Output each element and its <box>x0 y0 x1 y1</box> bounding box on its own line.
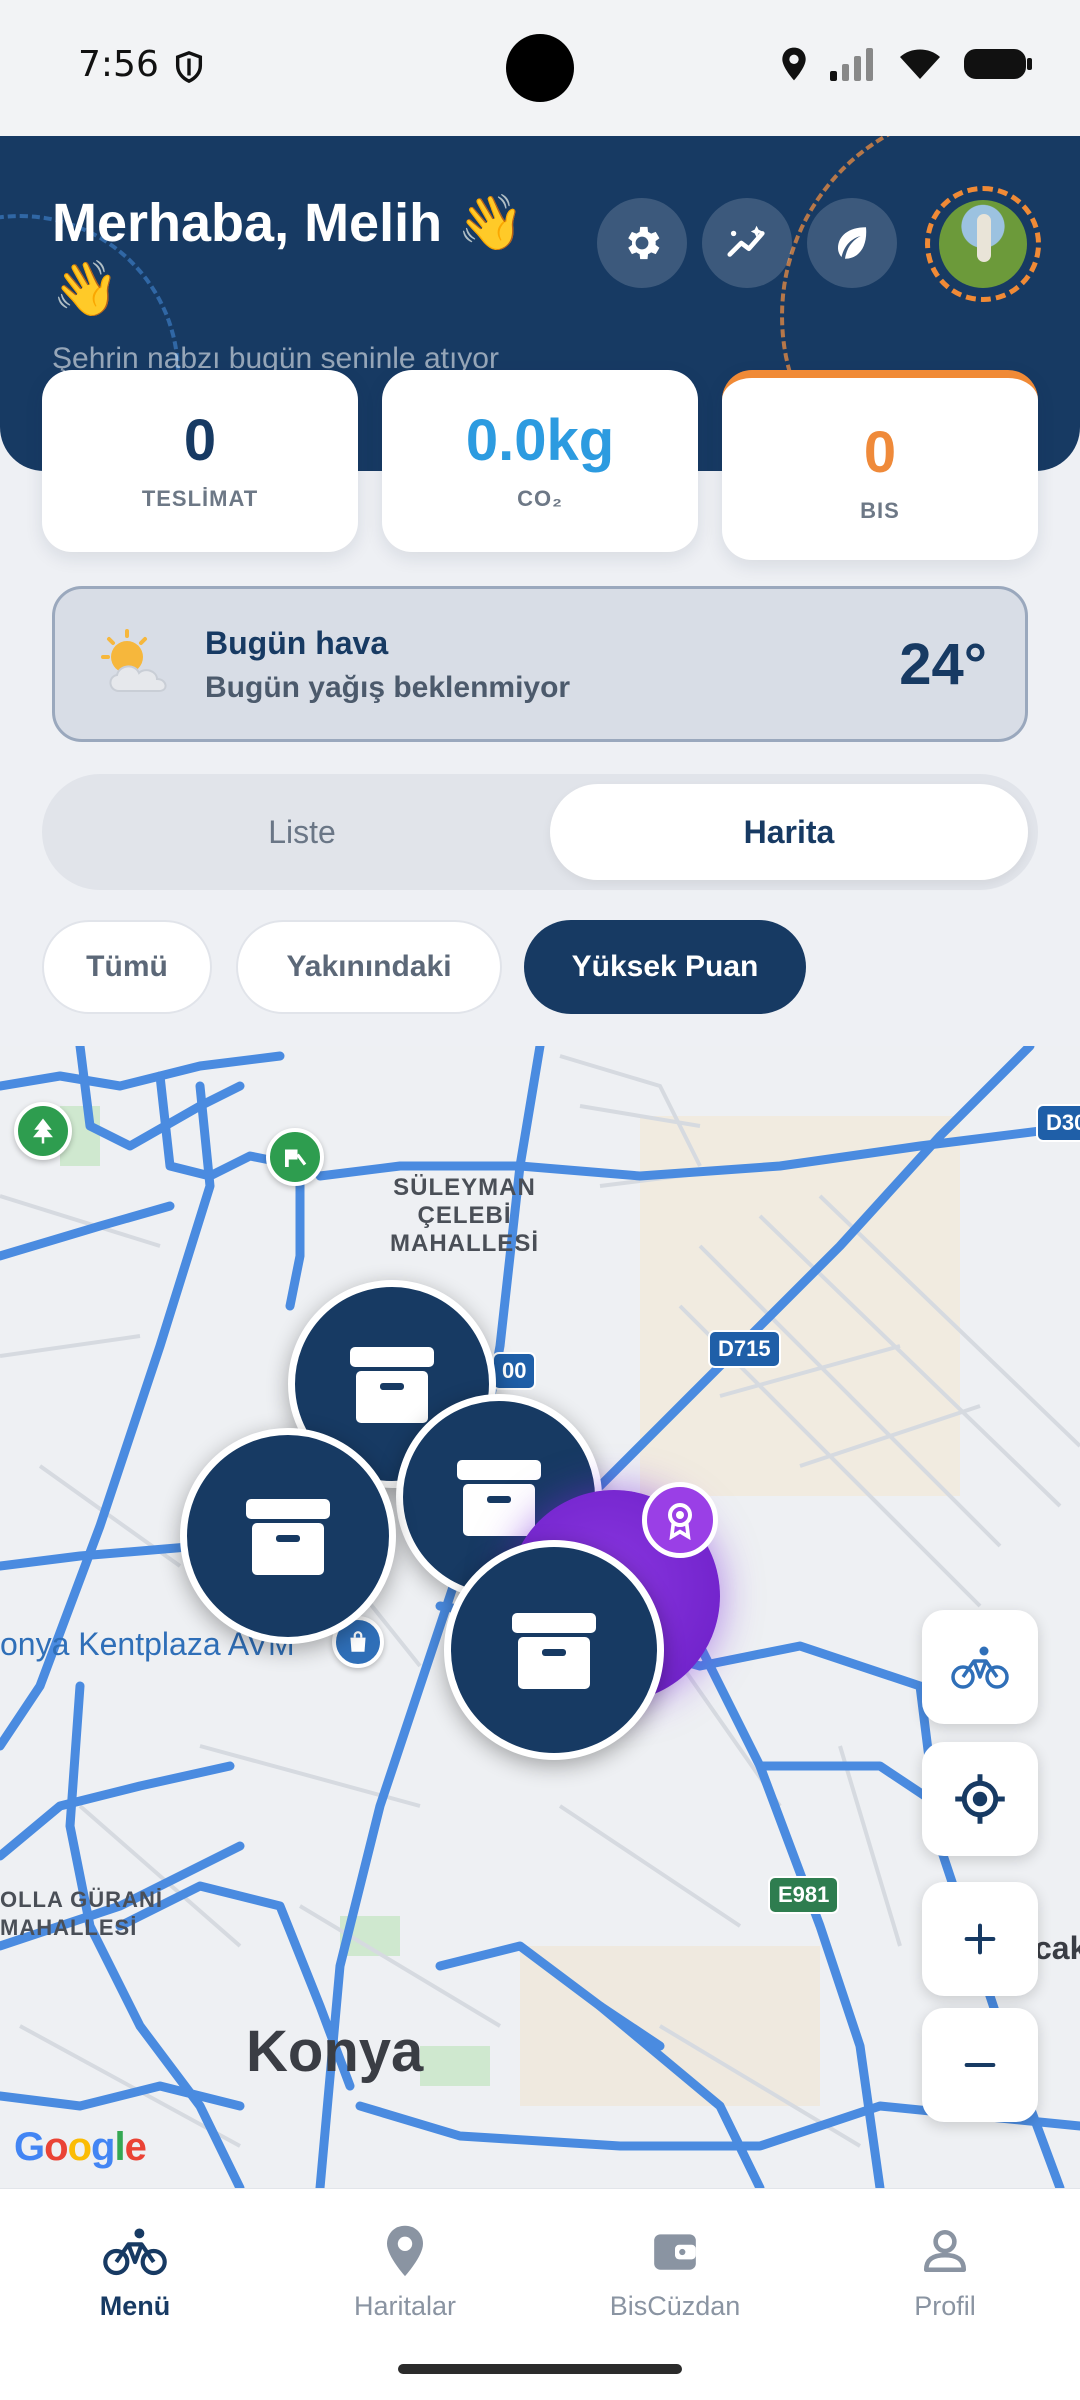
map-label-line: ÇELEBİ <box>417 1202 512 1229</box>
package-box-icon <box>512 1613 596 1689</box>
google-logo-letter: g <box>91 2125 115 2169</box>
map-view[interactable]: SÜLEYMAN ÇELEBİ MAHALLESİ OLLA GÜRANİ MA… <box>0 1046 1080 2188</box>
map-pin-icon <box>387 2225 423 2277</box>
avatar <box>939 200 1027 288</box>
delivery-marker[interactable] <box>180 1428 396 1644</box>
trend-sparkle-icon <box>727 225 765 257</box>
stat-card-co2: 0.0kg CO₂ <box>382 370 698 552</box>
gear-icon <box>628 226 660 260</box>
status-bar: 7:56 <box>0 0 1080 136</box>
status-time: 7:56 <box>78 44 159 85</box>
my-location-button[interactable] <box>922 1742 1038 1856</box>
bike-mode-button[interactable] <box>922 1610 1038 1724</box>
leaf-icon <box>838 227 867 259</box>
zoom-in-button[interactable] <box>922 1882 1038 1996</box>
google-logo-letter: o <box>67 2125 92 2169</box>
stat-card-bis: 0 BIS <box>722 370 1038 560</box>
profile-avatar-button[interactable] <box>925 186 1041 302</box>
stat-label: CO₂ <box>517 486 563 511</box>
map-district-label: OLLA GÜRANİ MAHALLESİ <box>0 1886 163 1942</box>
tab-map[interactable]: Harita <box>550 784 1028 880</box>
zoom-in-icon <box>964 1923 996 1955</box>
app-screen: 7:56 Merhaba, Melih 👋 👋 Şehrin nabzı bug… <box>0 0 1080 2400</box>
google-logo-letter: o <box>44 2125 68 2169</box>
weather-description: Bugün yağış beklenmiyor <box>205 671 571 704</box>
bike-icon <box>103 2228 167 2276</box>
package-box-icon <box>350 1347 434 1423</box>
home-indicator[interactable] <box>398 2364 682 2374</box>
road-shield: 00 <box>492 1352 537 1390</box>
map-district-label: SÜLEYMAN ÇELEBİ MAHALLESİ <box>390 1174 539 1258</box>
nav-item-maps[interactable]: Haritalar <box>270 2219 540 2322</box>
map-label-line: SÜLEYMAN <box>393 1174 536 1201</box>
map-city-label: Konya <box>246 2019 424 2084</box>
filter-top-rated-chip[interactable]: Yüksek Puan <box>524 920 806 1014</box>
award-ribbon-icon <box>668 1503 692 1540</box>
status-icons <box>780 46 1034 82</box>
zoom-out-icon <box>964 2063 996 2067</box>
profile-icon <box>923 2229 967 2273</box>
road-shield: D715 <box>708 1330 781 1368</box>
map-label-line: MAHALLESİ <box>0 1915 138 1940</box>
partly-cloudy-icon <box>101 629 167 692</box>
filter-nearby-chip[interactable]: Yakınındaki <box>236 920 502 1014</box>
view-toggle: Liste Harita <box>42 774 1038 890</box>
stat-label: TESLİMAT <box>141 486 259 511</box>
google-logo-letter: e <box>124 2125 147 2169</box>
weather-title: Bugün hava <box>205 625 389 661</box>
greeting-title: Merhaba, Melih 👋 👋 <box>52 193 525 319</box>
delivery-marker[interactable] <box>444 1540 664 1760</box>
settings-button[interactable] <box>597 198 687 288</box>
wallet-icon <box>654 2234 696 2270</box>
wifi-icon <box>900 49 940 79</box>
my-location-icon <box>955 1774 1005 1824</box>
filter-all-chip[interactable]: Tümü <box>42 920 212 1014</box>
playground-icon <box>285 1149 307 1167</box>
avatar-photo <box>977 214 991 262</box>
road-shield: E981 <box>768 1876 840 1914</box>
nav-item-wallet[interactable]: BisCüzdan <box>540 2219 810 2322</box>
front-camera <box>506 34 574 102</box>
bike-mode-icon <box>951 1646 1009 1689</box>
signal-icon <box>830 48 873 81</box>
stat-value: 0.0kg <box>465 408 615 473</box>
tree-icon <box>33 1118 53 1144</box>
shopping-bag-icon <box>350 1631 366 1652</box>
stat-value: 0 <box>183 408 217 473</box>
tab-list[interactable]: Liste <box>52 784 552 880</box>
nav-label: Haritalar <box>353 2291 457 2321</box>
zoom-out-button[interactable] <box>922 2008 1038 2122</box>
stat-label: BIS <box>860 498 900 523</box>
shield-icon <box>175 51 203 84</box>
stat-value: 0 <box>863 420 897 485</box>
eco-button[interactable] <box>807 198 897 288</box>
stat-card-deliveries: 0 TESLİMAT <box>42 370 358 552</box>
stats-button[interactable] <box>702 198 792 288</box>
location-icon <box>782 47 806 81</box>
package-box-icon <box>457 1460 541 1536</box>
weather-temperature: 24° <box>899 632 987 697</box>
nav-label: Profil <box>914 2291 976 2321</box>
nav-item-menu[interactable]: Menü <box>0 2219 270 2322</box>
reward-badge-icon[interactable] <box>642 1482 718 1558</box>
google-logo-letter: l <box>114 2125 125 2169</box>
park-poi-icon[interactable] <box>14 1102 72 1160</box>
road-shield: D30 <box>1036 1104 1080 1142</box>
weather-card: Bugün hava Bugün yağış beklenmiyor 24° <box>52 586 1028 742</box>
map-edge-label: cak <box>1034 1930 1080 1966</box>
battery-icon <box>964 49 1032 79</box>
map-label-line: OLLA GÜRANİ <box>0 1887 163 1912</box>
google-logo-text: Google <box>14 2125 147 2169</box>
map-label-line: MAHALLESİ <box>390 1230 539 1257</box>
google-logo-letter: G <box>14 2125 45 2169</box>
nav-label: Menü <box>99 2291 171 2321</box>
recreation-poi-icon[interactable] <box>266 1128 324 1186</box>
nav-item-profile[interactable]: Profil <box>810 2219 1080 2322</box>
nav-label: BisCüzdan <box>609 2291 741 2321</box>
package-box-icon <box>246 1499 330 1575</box>
google-attribution: Google <box>14 2125 147 2170</box>
